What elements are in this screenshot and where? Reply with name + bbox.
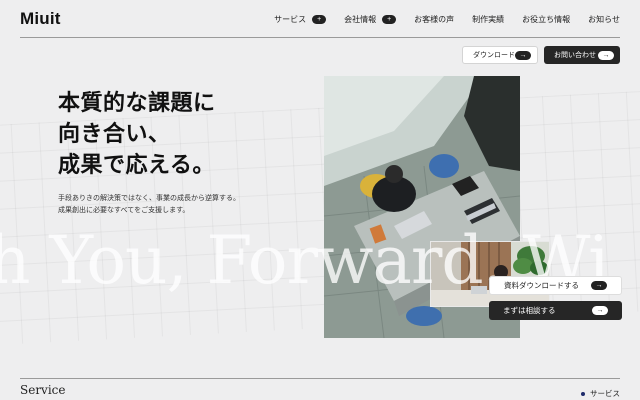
inset-photo	[430, 241, 550, 307]
arrow-right-icon: →	[515, 50, 531, 60]
download-materials-label: 資料ダウンロードする	[504, 281, 579, 290]
nav-item-works[interactable]: 制作実績	[472, 14, 504, 25]
nav-item-testimonials[interactable]: お客様の声	[414, 14, 454, 25]
download-materials-button[interactable]: 資料ダウンロードする →	[489, 276, 622, 295]
nav-item-company[interactable]: 会社情報 +	[344, 14, 397, 25]
hero-title: 本質的な課題に 向き合い、 成果で応える。	[58, 90, 216, 177]
nav-item-resources[interactable]: お役立ち情報	[522, 14, 570, 25]
consult-button[interactable]: まずは相談する →	[489, 301, 622, 320]
arrow-right-icon: →	[591, 281, 607, 290]
nav-item-services[interactable]: サービス +	[274, 14, 327, 25]
download-button-label: ダウンロード	[473, 52, 515, 59]
section-link-services[interactable]: サービス	[581, 388, 620, 399]
plus-icon[interactable]: +	[382, 15, 397, 24]
nav-item-label: サービス	[274, 15, 307, 24]
plus-icon[interactable]: +	[312, 15, 327, 24]
download-button[interactable]: ダウンロード →	[462, 46, 538, 64]
hero-subtitle: 手段ありきの解決策ではなく、事業の成長から逆算する。 成果創出に必要なすべてをご…	[58, 195, 240, 214]
office-desk-illustration	[431, 242, 549, 306]
arrow-right-icon: →	[598, 50, 614, 60]
header-divider	[20, 37, 620, 38]
section-divider	[20, 378, 620, 379]
section-title: Service	[20, 383, 66, 397]
consult-label: まずは相談する	[503, 306, 556, 315]
bullet-dot-icon	[581, 391, 585, 396]
contact-button-label: お問い合わせ	[554, 52, 596, 59]
section-link-label: サービス	[590, 389, 620, 398]
site-logo[interactable]: Miuit	[20, 9, 61, 29]
arrow-right-icon: →	[592, 306, 608, 315]
contact-button[interactable]: お問い合わせ →	[544, 46, 620, 64]
nav-item-label: 会社情報	[344, 15, 377, 24]
main-nav: サービス + 会社情報 + お客様の声 制作実績 お役立ち情報 お知らせ	[256, 14, 620, 25]
nav-item-news[interactable]: お知らせ	[588, 14, 620, 25]
